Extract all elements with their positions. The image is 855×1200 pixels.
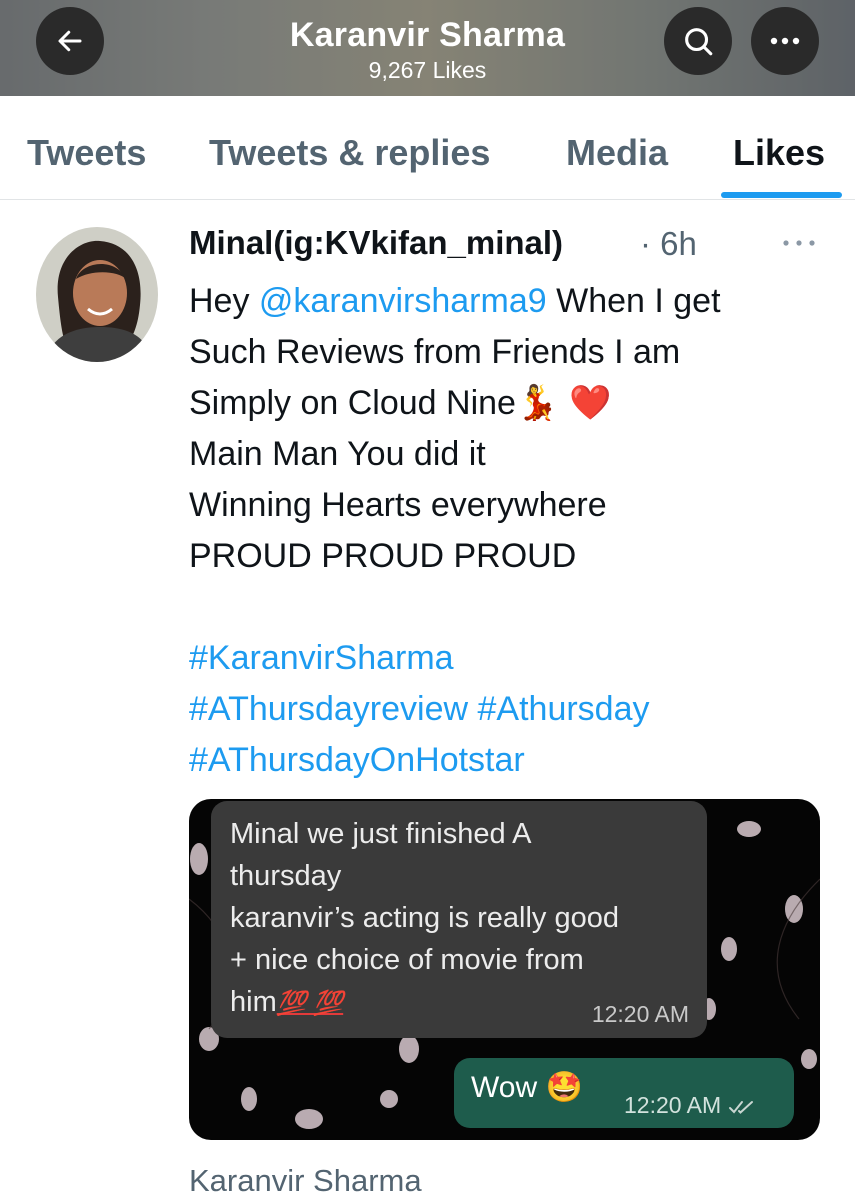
media-attribution[interactable]: Karanvir Sharma (189, 1163, 422, 1199)
tab-likes[interactable]: Likes (733, 132, 825, 174)
tweet-text-segment: Simply on Cloud Nine (189, 384, 516, 422)
tweet-timestamp[interactable]: · 6h (640, 225, 697, 263)
tweet-text: Hey @karanvirsharma9 When I get Such Rev… (189, 276, 829, 786)
dancer-heart-emoji: 💃 ❤️ (515, 383, 612, 423)
star-struck-emoji: 🤩 (545, 1070, 583, 1105)
avatar[interactable] (36, 227, 158, 362)
incoming-message-time: 12:20 AM (591, 1001, 689, 1027)
ellipsis-icon (770, 37, 800, 45)
hashtag-link[interactable]: #KaranvirSharma (189, 639, 454, 677)
message-line: karanvir’s acting is really good (230, 902, 620, 934)
tweet-text-segment: When I get (546, 282, 721, 320)
profile-tabs: Tweets Tweets & replies Media Likes (0, 96, 855, 200)
search-button[interactable] (664, 7, 732, 75)
ellipsis-icon (783, 240, 815, 246)
hashtag-link[interactable]: #Athursday (478, 690, 650, 728)
tweet-text-line: Winning Hearts everywhere (189, 486, 607, 524)
message-line: him (230, 986, 277, 1018)
hashtag-link[interactable]: #AThursdayOnHotstar (189, 741, 525, 779)
tab-tweets[interactable]: Tweets (27, 132, 146, 174)
tab-tweets-replies[interactable]: Tweets & replies (209, 132, 490, 174)
likes-count: 9,267 Likes (368, 57, 487, 83)
message-text: Wow (471, 1071, 538, 1104)
tweet-more-button[interactable] (778, 228, 820, 258)
tweet-text-segment: Hey (189, 282, 259, 320)
tweet-text-line: Such Reviews from Friends I am (189, 333, 681, 371)
tab-media[interactable]: Media (566, 132, 668, 174)
outgoing-message-time: 12:20 AM (624, 1092, 722, 1118)
more-button[interactable] (751, 7, 819, 75)
tweet-media-image[interactable]: Minal we just finished A thursday karanv… (189, 799, 820, 1140)
active-tab-indicator (721, 192, 842, 198)
tweet-text-line: Main Man You did it (189, 435, 486, 473)
double-check-icon (728, 1100, 753, 1114)
message-line: Minal we just finished A (230, 818, 532, 850)
incoming-message-bubble: Minal we just finished A thursday karanv… (211, 801, 707, 1038)
message-line: + nice choice of movie from (230, 944, 584, 976)
profile-header: Karanvir Sharma 9,267 Likes (0, 0, 855, 96)
tweet-text-line: PROUD PROUD PROUD (189, 537, 577, 575)
tweet-author[interactable]: Minal(ig:KVkifan_minal) (189, 224, 563, 262)
message-line: thursday (230, 860, 342, 892)
hundred-points-emoji: 💯 💯 (276, 990, 344, 1017)
search-icon (685, 28, 713, 56)
hashtag-link[interactable]: #AThursdayreview (189, 690, 468, 728)
outgoing-message-bubble: Wow 🤩 12:20 AM (454, 1058, 794, 1128)
mention-link[interactable]: @karanvirsharma9 (259, 282, 547, 320)
